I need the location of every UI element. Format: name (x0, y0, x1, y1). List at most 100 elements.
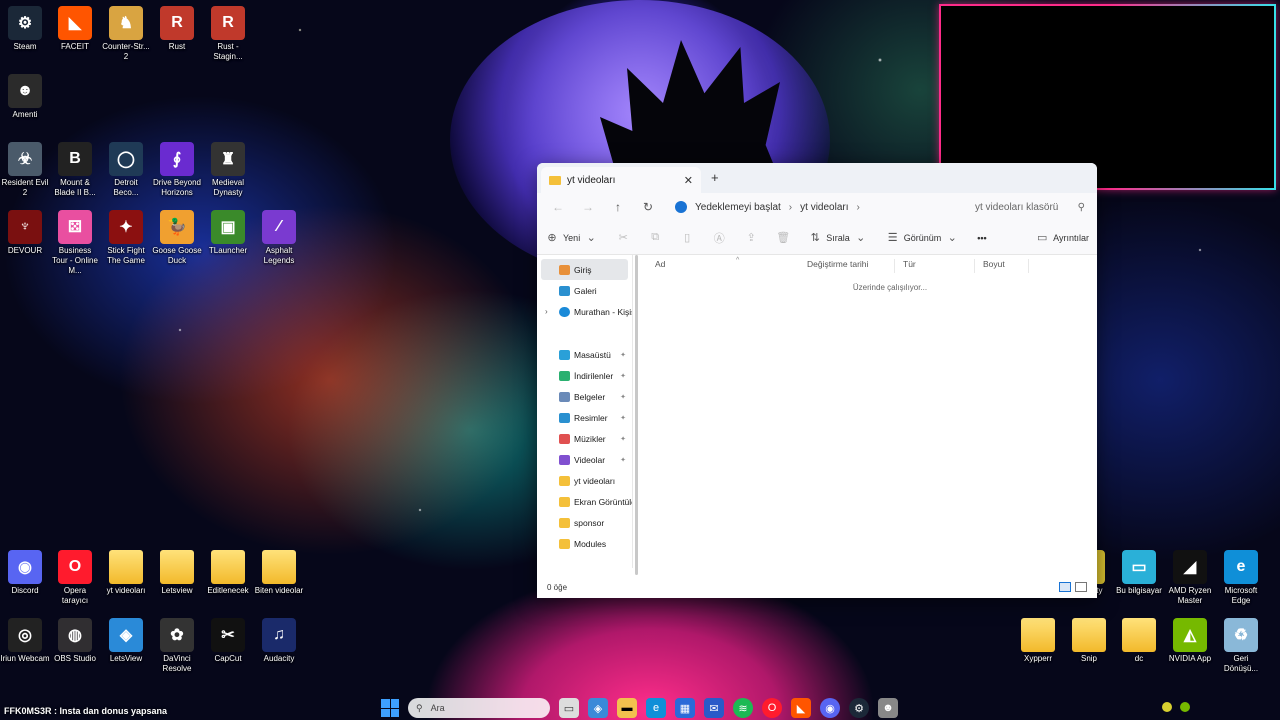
nav-item-belgeler[interactable]: Belgeler ✦ (537, 386, 632, 407)
chevron-right-icon[interactable]: › (545, 307, 548, 316)
spotify-icon[interactable]: ≋ (733, 698, 753, 718)
desktop-icon-obs-studio[interactable]: ◍ OBS Studio (50, 618, 100, 664)
address-bar[interactable]: Yedeklemeyi başlat › yt videoları › (669, 196, 963, 218)
start-windows-icon[interactable] (381, 699, 399, 717)
nav-item-ekran-goruntule[interactable]: Ekran Görüntüle (537, 491, 632, 512)
view-button[interactable]: ☰ Görünüm ⌄ (886, 231, 960, 244)
desktop-icon-nvidia-app[interactable]: ◭ NVIDIA App (1165, 618, 1215, 664)
desktop-icon-rust-stagin[interactable]: R Rust - Stagin... (203, 6, 253, 62)
nav-item-home[interactable]: Giriş (541, 259, 628, 280)
nav-item-yt-videolar[interactable]: yt videoları (537, 470, 632, 491)
rename-icon[interactable]: Ⓐ (712, 230, 726, 246)
paste-icon[interactable]: ▯ (680, 231, 694, 244)
desktop-icon-dc[interactable]: dc (1114, 618, 1164, 664)
desktop-icon-capcut[interactable]: ✂ CapCut (203, 618, 253, 664)
desktop-icon-editlenecek[interactable]: Editlenecek (203, 550, 253, 596)
desktop-icon-biten-videolar[interactable]: Biten videolar (254, 550, 304, 596)
desktop-icon-opera-taray-c[interactable]: O Opera tarayıcı (50, 550, 100, 606)
nav-item-masaustu[interactable]: Masaüstü ✦ (537, 344, 632, 365)
goose-duck-icon[interactable]: ☻ (878, 698, 898, 718)
desktop-icon-geri-donusu[interactable]: ♻ Geri Dönüşü... (1216, 618, 1266, 674)
opera-icon[interactable]: O (762, 698, 782, 718)
desktop-icon-devour[interactable]: ♆ DEVOUR (0, 210, 50, 256)
desktop-icon-business-tour-online-m[interactable]: ⚄ Business Tour - Online M... (50, 210, 100, 276)
desktop-icon-medieval-dynasty[interactable]: ♜ Medieval Dynasty (203, 142, 253, 198)
back-arrow-icon[interactable]: ← (543, 200, 573, 214)
nav-item-onedrive[interactable]: › Murathan - Kişis (537, 301, 632, 322)
desktop-icon-steam[interactable]: ⚙ Steam (0, 6, 50, 52)
tray-icon[interactable] (1162, 702, 1172, 712)
desktop-icon-drive-beyond-horizons[interactable]: ∮ Drive Beyond Horizons (152, 142, 202, 198)
desktop-icon-xypperr[interactable]: Xypperr (1013, 618, 1063, 664)
tab-yt-videolari[interactable]: yt videoları ✕ (541, 167, 701, 193)
nav-item-gallery[interactable]: Galeri (537, 280, 632, 301)
new-tab-button[interactable]: + (711, 170, 719, 185)
nav-scrollbar[interactable] (635, 255, 638, 575)
desktop-icon-letsview[interactable]: ◈ LetsView (101, 618, 151, 664)
desktop-icon-discord[interactable]: ◉ Discord (0, 550, 50, 596)
details-view-icon[interactable] (1059, 582, 1071, 592)
details-pane-button[interactable]: ▭ Ayrıntılar (1035, 231, 1089, 244)
nav-item-indirilenler[interactable]: İndirilenler ✦ (537, 365, 632, 386)
widgets-icon[interactable]: ◈ (588, 698, 608, 718)
copy-icon[interactable]: ⧉ (648, 231, 662, 244)
nav-item-modules[interactable]: Modules (537, 533, 632, 554)
desktop-icon-mount-blade-ii-b[interactable]: B Mount & Blade II B... (50, 142, 100, 198)
taskbar-search[interactable]: ⚲ Ara (408, 698, 550, 718)
desktop-icon-asphalt-legends[interactable]: ⁄ Asphalt Legends (254, 210, 304, 266)
discord-icon[interactable]: ◉ (820, 698, 840, 718)
mail-icon[interactable]: ✉ (704, 698, 724, 718)
column-date[interactable]: Değiştirme tarihi (799, 259, 895, 273)
sort-button[interactable]: ⇅ Sırala ⌄ (808, 231, 868, 244)
desktop-icon-yt-videolar[interactable]: yt videoları (101, 550, 151, 596)
cut-icon[interactable]: ✂ (616, 231, 630, 244)
desktop-icon-microsoft-edge[interactable]: e Microsoft Edge (1216, 550, 1266, 606)
desktop-icon-amd-ryzen-master[interactable]: ◢ AMD Ryzen Master (1165, 550, 1215, 606)
desktop-icon-rust[interactable]: R Rust (152, 6, 202, 52)
column-name[interactable]: ^ Ad (633, 257, 799, 273)
chevron-right-icon[interactable]: › (857, 202, 860, 213)
desktop-icon-faceit[interactable]: ◣ FACEIT (50, 6, 100, 52)
forward-arrow-icon[interactable]: → (573, 200, 603, 214)
desktop-icon-stick-fight-the-game[interactable]: ✦ Stick Fight The Game (101, 210, 151, 266)
desktop-icon-amenti[interactable]: ☻ Amenti (0, 74, 50, 120)
nav-item-videolar[interactable]: Videolar ✦ (537, 449, 632, 470)
nav-item-resimler[interactable]: Resimler ✦ (537, 407, 632, 428)
desktop-icon-audacity[interactable]: ♫ Audacity (254, 618, 304, 664)
breadcrumb-root[interactable]: Yedeklemeyi başlat (695, 202, 781, 213)
muzikler-icon (559, 433, 570, 444)
desktop-icon-letsview[interactable]: Letsview (152, 550, 202, 596)
steam-icon[interactable]: ⚙ (849, 698, 869, 718)
desktop-icon-counter-str-2[interactable]: ♞ Counter-Str... 2 (101, 6, 151, 62)
nav-item-sponsor[interactable]: sponsor (537, 512, 632, 533)
desktop-icon-snip[interactable]: Snip (1064, 618, 1114, 664)
nav-item-muzikler[interactable]: Müzikler ✦ (537, 428, 632, 449)
up-arrow-icon[interactable]: ↑ (603, 200, 633, 214)
faceit-icon[interactable]: ◣ (791, 698, 811, 718)
column-size[interactable]: Boyut (975, 259, 1029, 273)
close-tab-icon[interactable]: ✕ (684, 174, 693, 187)
more-options-button[interactable]: ••• (977, 233, 986, 243)
refresh-icon[interactable]: ↻ (633, 200, 663, 214)
desktop-icon-bu-bilgisayar[interactable]: ▭ Bu bilgisayar (1114, 550, 1164, 596)
delete-icon[interactable]: 🗑 (776, 231, 790, 244)
column-type[interactable]: Tür (895, 259, 975, 273)
tray-icon[interactable] (1180, 702, 1190, 712)
file-explorer-icon[interactable]: ▬ (617, 698, 637, 718)
business-tour-online-m-icon: ⚄ (58, 210, 92, 244)
task-view-icon[interactable]: ▭ (559, 698, 579, 718)
search-input[interactable]: yt videoları klasörü ⚲ (969, 196, 1091, 218)
desktop-icon-davinci-resolve[interactable]: ✿ DaVinci Resolve (152, 618, 202, 674)
desktop-icon-tlauncher[interactable]: ▣ TLauncher (203, 210, 253, 256)
desktop-icon-iriun-webcam[interactable]: ◎ Iriun Webcam (0, 618, 50, 664)
microsoft-edge-icon: e (1224, 550, 1258, 584)
tiles-view-icon[interactable] (1075, 582, 1087, 592)
breadcrumb-current[interactable]: yt videoları (800, 202, 848, 213)
share-icon[interactable]: ⇪ (744, 231, 758, 244)
store-icon[interactable]: ▦ (675, 698, 695, 718)
desktop-icon-resident-evil-2[interactable]: ☣ Resident Evil 2 (0, 142, 50, 198)
desktop-icon-goose-goose-duck[interactable]: 🦆 Goose Goose Duck (152, 210, 202, 266)
edge-icon[interactable]: e (646, 698, 666, 718)
new-button[interactable]: ⊕ Yeni ⌄ (545, 231, 598, 244)
desktop-icon-detroit-beco[interactable]: ◯ Detroit Beco... (101, 142, 151, 198)
